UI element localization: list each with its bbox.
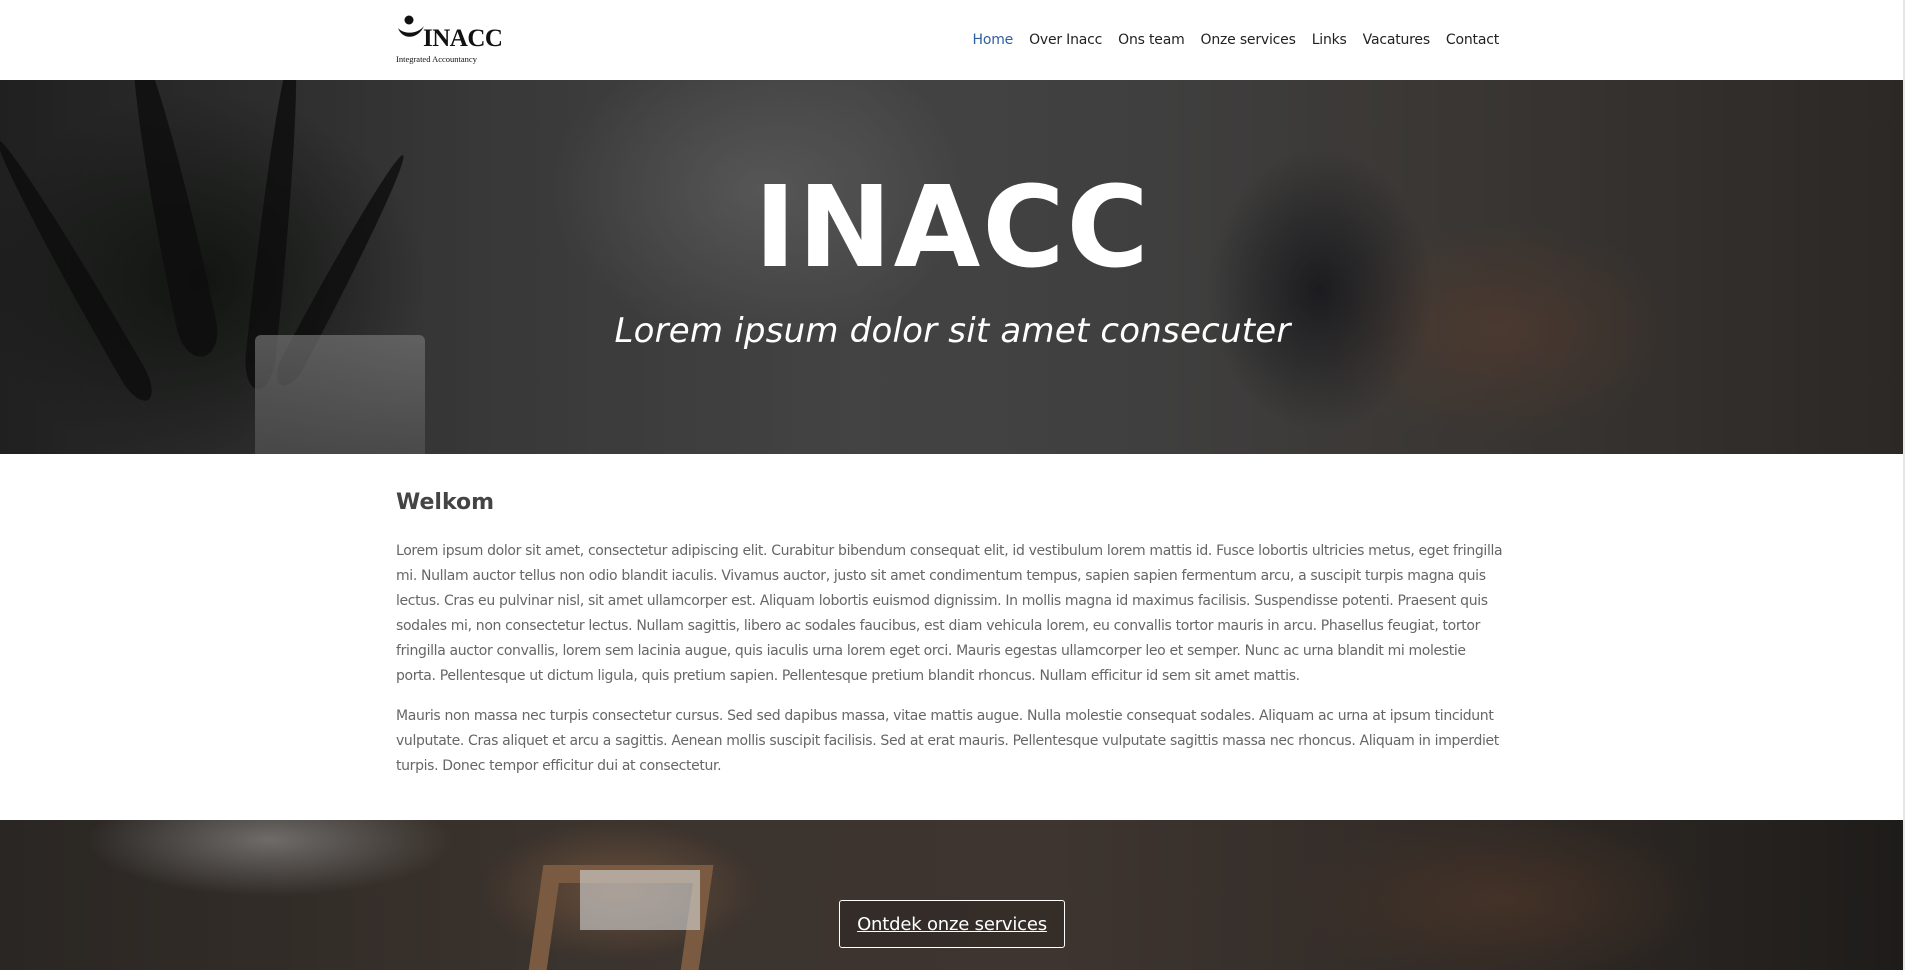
- welcome-section: Welkom Lorem ipsum dolor sit amet, conse…: [396, 490, 1506, 794]
- welcome-paragraph: Lorem ipsum dolor sit amet, consectetur …: [396, 543, 1503, 684]
- nav-onze-services[interactable]: Onze services: [1201, 32, 1296, 48]
- nav-vacatures[interactable]: Vacatures: [1363, 32, 1430, 48]
- logo-tagline: Integrated Accountancy: [396, 54, 477, 64]
- nav-contact[interactable]: Contact: [1446, 32, 1499, 48]
- hero-title: INACC: [754, 163, 1151, 293]
- inacc-logo[interactable]: INACC Integrated Accountancy: [396, 12, 503, 68]
- welcome-heading: Welkom: [396, 490, 495, 515]
- nav-links[interactable]: Links: [1312, 32, 1347, 48]
- site-header: INACC Integrated Accountancy Home Over I…: [0, 0, 1905, 80]
- nav-over-inacc[interactable]: Over Inacc: [1029, 32, 1102, 48]
- services-cta-button[interactable]: Ontdek onze services: [839, 900, 1065, 948]
- nav-ons-team[interactable]: Ons team: [1118, 32, 1185, 48]
- band-paper-image: [580, 870, 700, 930]
- logo-wordmark: INACC: [423, 25, 503, 52]
- hero-banner: INACC Lorem ipsum dolor sit amet consecu…: [0, 80, 1905, 454]
- main-nav: Home Over Inacc Ons team Onze services L…: [973, 0, 1500, 80]
- nav-home[interactable]: Home: [973, 32, 1014, 48]
- logo-mark-icon: [398, 15, 424, 37]
- hero-subtitle: Lorem ipsum dolor sit amet consecuter: [614, 311, 1291, 351]
- welcome-paragraph: Mauris non massa nec turpis consectetur …: [396, 708, 1499, 774]
